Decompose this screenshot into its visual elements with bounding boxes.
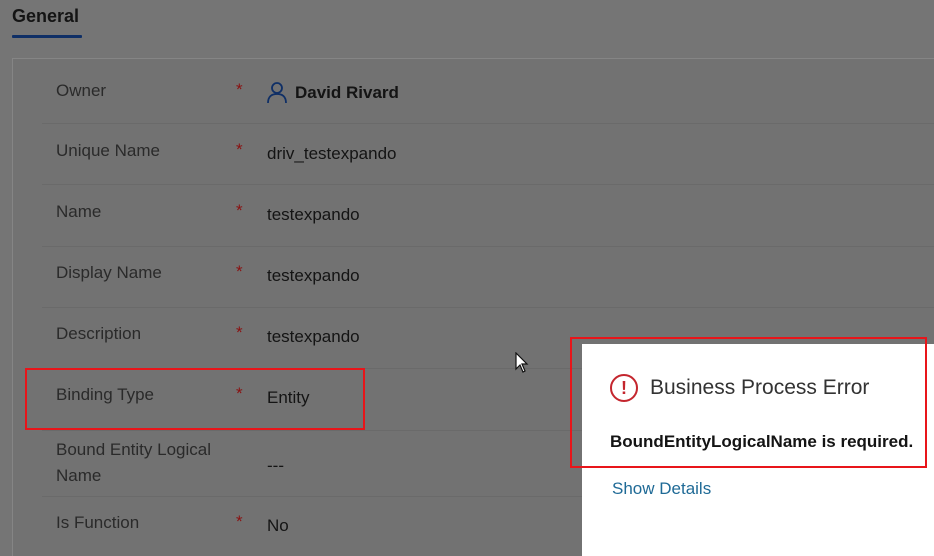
owner-label: Owner (56, 81, 107, 100)
is-function-label: Is Function (56, 513, 140, 532)
unique-name-label: Unique Name (56, 141, 160, 160)
name-label: Name (56, 202, 102, 221)
display-name-label: Display Name (56, 263, 162, 282)
name-value[interactable]: testexpando (267, 202, 360, 228)
display-name-value[interactable]: testexpando (267, 263, 360, 289)
unique-name-required-marker: * (236, 140, 243, 159)
unique-name-value[interactable]: driv_testexpando (267, 141, 396, 167)
description-label: Description (56, 324, 142, 343)
display-name-required-marker: * (236, 262, 243, 281)
description-required-marker: * (236, 323, 243, 342)
tab-active-underline (12, 35, 82, 38)
binding-type-highlight-box (25, 368, 365, 430)
name-required-marker: * (236, 201, 243, 220)
owner-name: David Rivard (295, 83, 399, 102)
mouse-cursor-icon (515, 352, 529, 373)
field-row-unique-name: Unique Name * driv_testexpando (42, 124, 934, 185)
description-value[interactable]: testexpando (267, 324, 360, 350)
person-icon (267, 82, 287, 104)
is-function-required-marker: * (236, 512, 243, 531)
owner-required-marker: * (236, 80, 243, 99)
bound-entity-logical-name-label-line2: Name (56, 466, 102, 485)
error-highlight-box (570, 337, 927, 468)
is-function-value[interactable]: No (267, 513, 289, 539)
field-row-display-name: Display Name * testexpando (42, 247, 934, 308)
owner-lookup-link[interactable]: David Rivard (267, 80, 399, 106)
bound-entity-logical-name-label-line1: Bound Entity Logical (56, 440, 211, 459)
bound-entity-logical-name-value[interactable]: --- (267, 453, 284, 479)
show-details-link[interactable]: Show Details (612, 479, 711, 499)
field-row-owner: Owner * David Rivard (42, 58, 934, 124)
field-row-name: Name * testexpando (42, 185, 934, 247)
tab-general-label: General (12, 6, 80, 26)
